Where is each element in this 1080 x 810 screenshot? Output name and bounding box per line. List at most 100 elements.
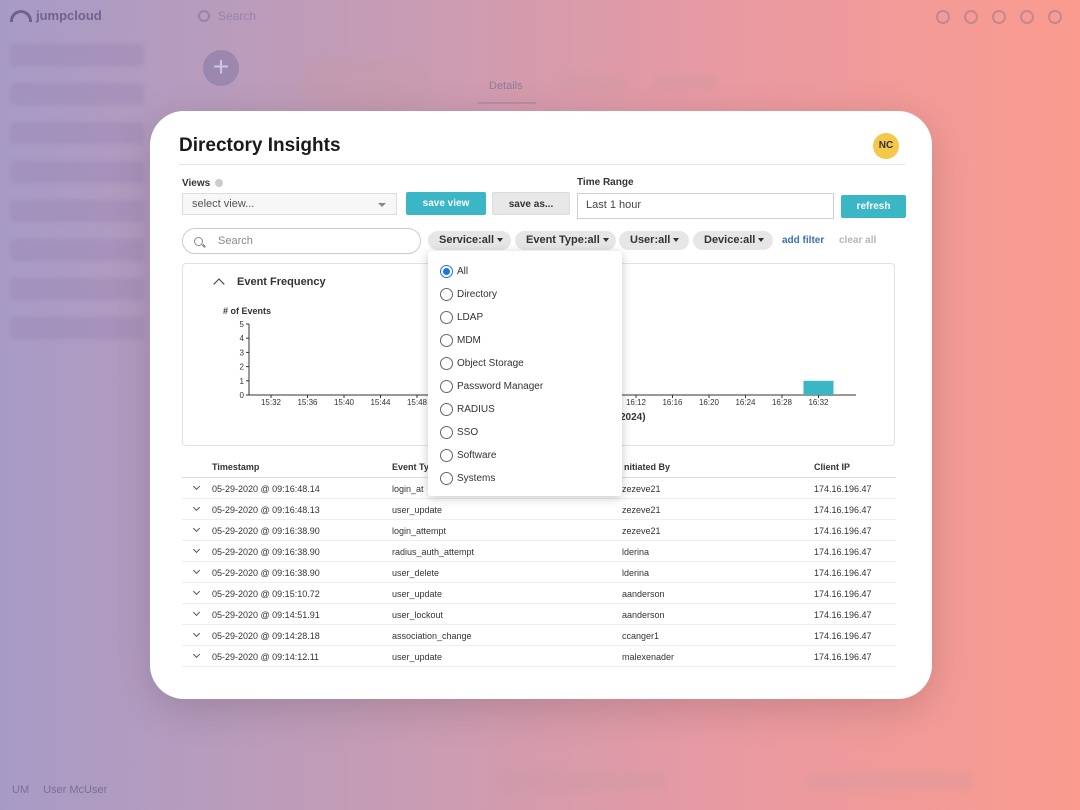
filter-event-type[interactable]: Event Type:all (515, 231, 616, 250)
filter-service[interactable]: Service:all (428, 231, 511, 250)
cell-timestamp: 05-29-2020 @ 09:15:10.72 (212, 589, 320, 599)
table-row[interactable]: 05-29-2020 @ 09:16:38.90 login_attempt zez… (182, 520, 896, 541)
time-range-input[interactable]: Last 1 hour (577, 193, 834, 219)
radio-button[interactable] (440, 288, 453, 301)
avatar[interactable]: NC (873, 133, 899, 159)
table-row[interactable]: 05-29-2020 @ 09:16:38.90 user_delete lderi… (182, 562, 896, 583)
col-client-ip[interactable]: Client IP (814, 462, 850, 472)
chevron-down-icon[interactable] (192, 482, 201, 491)
clear-all-link[interactable]: clear all (839, 235, 876, 246)
search-input[interactable]: Search (182, 228, 421, 254)
col-initiated-by[interactable]: nitiated By (624, 462, 670, 472)
chevron-down-icon[interactable] (192, 524, 201, 533)
dropdown-option[interactable]: Password Manager (428, 375, 622, 398)
tab-underline (478, 102, 536, 104)
info-icon[interactable] (215, 179, 224, 188)
title-divider (179, 164, 905, 165)
page-title: Directory Insights (179, 135, 341, 156)
dropdown-option[interactable]: Systems (428, 467, 622, 490)
chevron-down-icon[interactable] (192, 608, 201, 617)
option-label: Software (457, 450, 497, 461)
col-event-type[interactable]: Event Ty (392, 462, 429, 472)
cell-client-ip: 174.16.196.47 (814, 547, 872, 557)
add-icon: + (203, 50, 239, 86)
cell-event-type: login_attempt (392, 526, 447, 536)
chevron-down-icon[interactable] (192, 650, 201, 659)
cell-initiated-by: ccanger1 (622, 631, 660, 641)
bar[interactable] (803, 380, 834, 395)
dropdown-option[interactable]: Directory (428, 283, 622, 306)
table-row[interactable]: 05-29-2020 @ 09:14:28.18 association_chan… (182, 625, 896, 646)
option-label: Object Storage (457, 358, 524, 369)
cloud-icon (10, 9, 32, 22)
y-tick-label: 5 (240, 320, 245, 329)
current-user: UM User McUser (12, 784, 107, 796)
save-as-button[interactable]: save as... (492, 192, 570, 215)
chevron-down-icon[interactable] (192, 503, 201, 512)
table-row[interactable]: 05-29-2020 @ 09:16:48.13 user_update zezev… (182, 499, 896, 520)
search-icon (198, 10, 210, 22)
chevron-down-icon[interactable] (192, 629, 201, 638)
refresh-button[interactable]: refresh (841, 195, 906, 218)
save-view-button[interactable]: save view (406, 192, 486, 215)
y-tick-label: 2 (240, 363, 245, 372)
cell-client-ip: 174.16.196.47 (814, 589, 872, 599)
dropdown-option[interactable]: All (428, 260, 622, 283)
dropdown-option[interactable]: RADIUS (428, 398, 622, 421)
caret-down-icon (497, 238, 504, 243)
cell-timestamp: 05-29-2020 @ 09:16:48.14 (212, 484, 320, 494)
radio-button[interactable] (440, 265, 453, 278)
cell-client-ip: 174.16.196.47 (814, 631, 872, 641)
y-axis-label: # of Events (223, 306, 271, 316)
cell-initiated-by: zezeve21 (622, 526, 661, 536)
dropdown-option[interactable]: SSO (428, 421, 622, 444)
table-row[interactable]: 05-29-2020 @ 09:14:51.91 user_lockout aand… (182, 604, 896, 625)
radio-button[interactable] (440, 449, 453, 462)
checklist-icon (1020, 10, 1034, 24)
option-label: LDAP (457, 312, 484, 323)
add-filter-link[interactable]: add filter (782, 235, 824, 246)
col-timestamp[interactable]: Timestamp (212, 462, 259, 472)
chevron-down-icon[interactable] (192, 545, 201, 554)
filter-event-type-label: Event Type:all (526, 234, 600, 246)
global-search: Search (198, 9, 256, 23)
radio-button[interactable] (440, 426, 453, 439)
cell-initiated-by: zezeve21 (622, 484, 661, 494)
table-row[interactable]: 05-29-2020 @ 09:14:12.11 user_update malex… (182, 646, 896, 667)
radio-button[interactable] (440, 357, 453, 370)
chevron-down-icon[interactable] (192, 566, 201, 575)
cell-client-ip: 174.16.196.47 (814, 505, 872, 515)
user-initials: UM (12, 784, 30, 796)
cell-timestamp: 05-29-2020 @ 09:16:38.90 (212, 568, 320, 578)
headset-icon (936, 10, 950, 24)
radio-button[interactable] (440, 380, 453, 393)
cell-timestamp: 05-29-2020 @ 09:14:12.11 (212, 652, 320, 662)
filter-user-label: User:all (630, 234, 671, 246)
header-icons (936, 10, 1062, 24)
x-tick-label: 16:24 (735, 398, 756, 407)
flag-icon (992, 10, 1006, 24)
filter-device[interactable]: Device:all (693, 231, 773, 250)
cell-event-type: user_lockout (392, 610, 444, 620)
cell-event-type: login_at (392, 484, 424, 494)
cell-client-ip: 174.16.196.47 (814, 610, 872, 620)
dropdown-option[interactable]: Software (428, 444, 622, 467)
radio-button[interactable] (440, 403, 453, 416)
views-label: Views (182, 178, 224, 189)
table-row[interactable]: 05-29-2020 @ 09:16:38.90 radius_auth_atte… (182, 541, 896, 562)
option-label: Systems (457, 473, 496, 484)
dropdown-option[interactable]: LDAP (428, 306, 622, 329)
table-row[interactable]: 05-29-2020 @ 09:15:10.72 user_update aande… (182, 583, 896, 604)
chevron-down-icon[interactable] (192, 587, 201, 596)
radio-button[interactable] (440, 472, 453, 485)
cell-initiated-by: malexenader (622, 652, 675, 662)
radio-button[interactable] (440, 311, 453, 324)
dropdown-option[interactable]: Object Storage (428, 352, 622, 375)
filter-user[interactable]: User:all (619, 231, 689, 250)
cell-initiated-by: lderina (622, 568, 650, 578)
view-select[interactable]: select view... (182, 193, 397, 215)
x-tick-label: 15:44 (370, 398, 391, 407)
x-tick-label: 16:16 (662, 398, 683, 407)
radio-button[interactable] (440, 334, 453, 347)
dropdown-option[interactable]: MDM (428, 329, 622, 352)
